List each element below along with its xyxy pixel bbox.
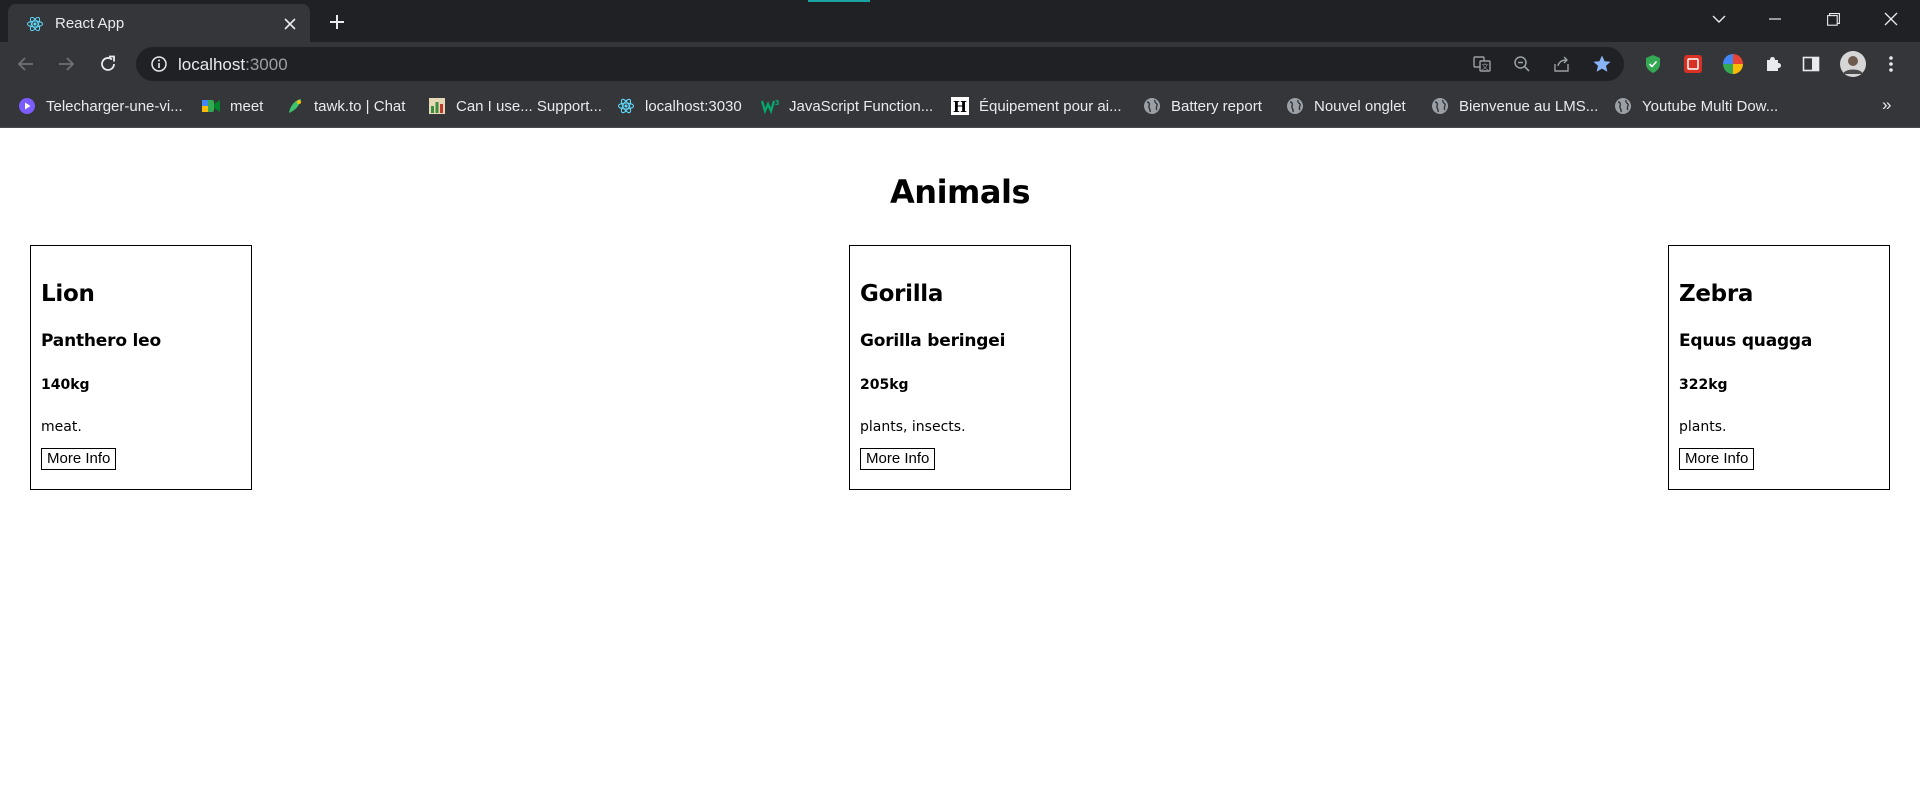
animal-scientific-name: Panthero leo bbox=[41, 331, 161, 351]
animal-card-zebra: Zebra Equus quagga 322kg plants. More In… bbox=[1668, 245, 1890, 490]
back-arrow-icon[interactable] bbox=[12, 50, 40, 78]
window-close-icon[interactable] bbox=[1868, 0, 1914, 38]
tawk-icon bbox=[286, 97, 304, 115]
address-bar[interactable]: localhost:3000 文 bbox=[136, 47, 1624, 81]
animal-diet: plants, insects. bbox=[860, 419, 966, 435]
tab-title: React App bbox=[55, 15, 125, 32]
red-extension-icon[interactable] bbox=[1682, 53, 1704, 75]
svg-text:H: H bbox=[953, 98, 967, 115]
animal-scientific-name: Equus quagga bbox=[1679, 331, 1813, 351]
share-icon[interactable] bbox=[1552, 54, 1572, 74]
animal-weight: 205kg bbox=[860, 377, 909, 393]
more-info-button[interactable]: More Info bbox=[41, 448, 117, 470]
page-content: Animals Lion Panthero leo 140kg meat. Mo… bbox=[0, 129, 1920, 802]
close-icon[interactable] bbox=[279, 13, 301, 35]
tab-strip: React App bbox=[0, 0, 1920, 42]
animal-scientific-name: Gorilla beringei bbox=[860, 331, 1006, 351]
bookmark-item[interactable]: Can I use... Support... bbox=[428, 95, 602, 117]
site-info-icon[interactable] bbox=[150, 55, 168, 73]
h-logo-icon: H bbox=[951, 97, 969, 115]
page-title: Animals bbox=[890, 173, 1030, 211]
react-icon bbox=[617, 97, 635, 115]
play-circle-icon bbox=[18, 97, 36, 115]
more-info-button[interactable]: More Info bbox=[1679, 448, 1755, 470]
animal-name: Zebra bbox=[1679, 281, 1754, 307]
puzzle-extensions-icon[interactable] bbox=[1762, 53, 1784, 75]
meet-icon bbox=[202, 97, 220, 115]
bookmark-star-icon[interactable] bbox=[1592, 54, 1612, 74]
tab-react-app[interactable]: React App bbox=[8, 4, 310, 42]
animal-weight: 322kg bbox=[1679, 377, 1728, 393]
url-port: :3000 bbox=[245, 55, 288, 74]
bookmark-item[interactable]: tawk.to | Chat bbox=[286, 95, 405, 117]
bookmarks-bar: Telecharger-une-vi... meet tawk.to | Cha… bbox=[0, 86, 1920, 128]
animal-card-lion: Lion Panthero leo 140kg meat. More Info bbox=[30, 245, 252, 490]
bookmark-item[interactable]: 3 JavaScript Function... bbox=[761, 95, 933, 117]
browser-toolbar: localhost:3000 文 bbox=[0, 42, 1920, 86]
svg-text:文: 文 bbox=[1482, 62, 1489, 71]
chevron-down-icon[interactable] bbox=[1696, 0, 1742, 38]
zoom-out-icon[interactable] bbox=[1512, 54, 1532, 74]
bookmark-item[interactable]: Nouvel onglet bbox=[1286, 95, 1406, 117]
animal-name: Gorilla bbox=[860, 281, 944, 307]
more-info-button[interactable]: More Info bbox=[860, 448, 936, 470]
translate-icon[interactable]: 文 bbox=[1472, 54, 1492, 74]
react-icon bbox=[26, 15, 44, 33]
animal-weight: 140kg bbox=[41, 377, 90, 393]
globe-icon bbox=[1614, 97, 1632, 115]
bookmark-item[interactable]: Youtube Multi Dow... bbox=[1614, 95, 1778, 117]
profile-avatar[interactable] bbox=[1840, 51, 1866, 77]
url-text: localhost:3000 bbox=[178, 55, 288, 75]
animal-diet: plants. bbox=[1679, 419, 1727, 435]
svg-text:3: 3 bbox=[775, 99, 779, 107]
globe-icon bbox=[1143, 97, 1161, 115]
animal-card-gorilla: Gorilla Gorilla beringei 205kg plants, i… bbox=[849, 245, 1071, 490]
bookmark-item[interactable]: H Équipement pour ai... bbox=[951, 95, 1122, 117]
bookmark-item[interactable]: Battery report bbox=[1143, 95, 1262, 117]
bookmark-item[interactable]: Telecharger-une-vi... bbox=[18, 95, 183, 117]
shield-extension-icon[interactable] bbox=[1642, 53, 1664, 75]
caniuse-icon bbox=[428, 97, 446, 115]
forward-arrow-icon[interactable] bbox=[52, 50, 80, 78]
color-picker-extension-icon[interactable] bbox=[1722, 53, 1744, 75]
animal-name: Lion bbox=[41, 281, 95, 307]
reload-icon[interactable] bbox=[94, 50, 122, 78]
kebab-menu-icon[interactable] bbox=[1880, 53, 1902, 75]
tab-drag-indicator bbox=[808, 0, 870, 2]
restore-icon[interactable] bbox=[1810, 0, 1856, 38]
bookmark-item[interactable]: meet bbox=[202, 95, 263, 117]
minimize-icon[interactable] bbox=[1752, 0, 1798, 38]
animal-diet: meat. bbox=[41, 419, 82, 435]
bookmark-item[interactable]: Bienvenue au LMS... bbox=[1431, 95, 1598, 117]
new-tab-icon[interactable] bbox=[324, 9, 350, 35]
side-panel-icon[interactable] bbox=[1800, 53, 1822, 75]
globe-icon bbox=[1431, 97, 1449, 115]
bookmarks-overflow-button[interactable]: » bbox=[1882, 95, 1891, 115]
bookmark-item[interactable]: localhost:3030 bbox=[617, 95, 742, 117]
url-host: localhost bbox=[178, 55, 246, 74]
w3schools-icon: 3 bbox=[761, 97, 779, 115]
globe-icon bbox=[1286, 97, 1304, 115]
